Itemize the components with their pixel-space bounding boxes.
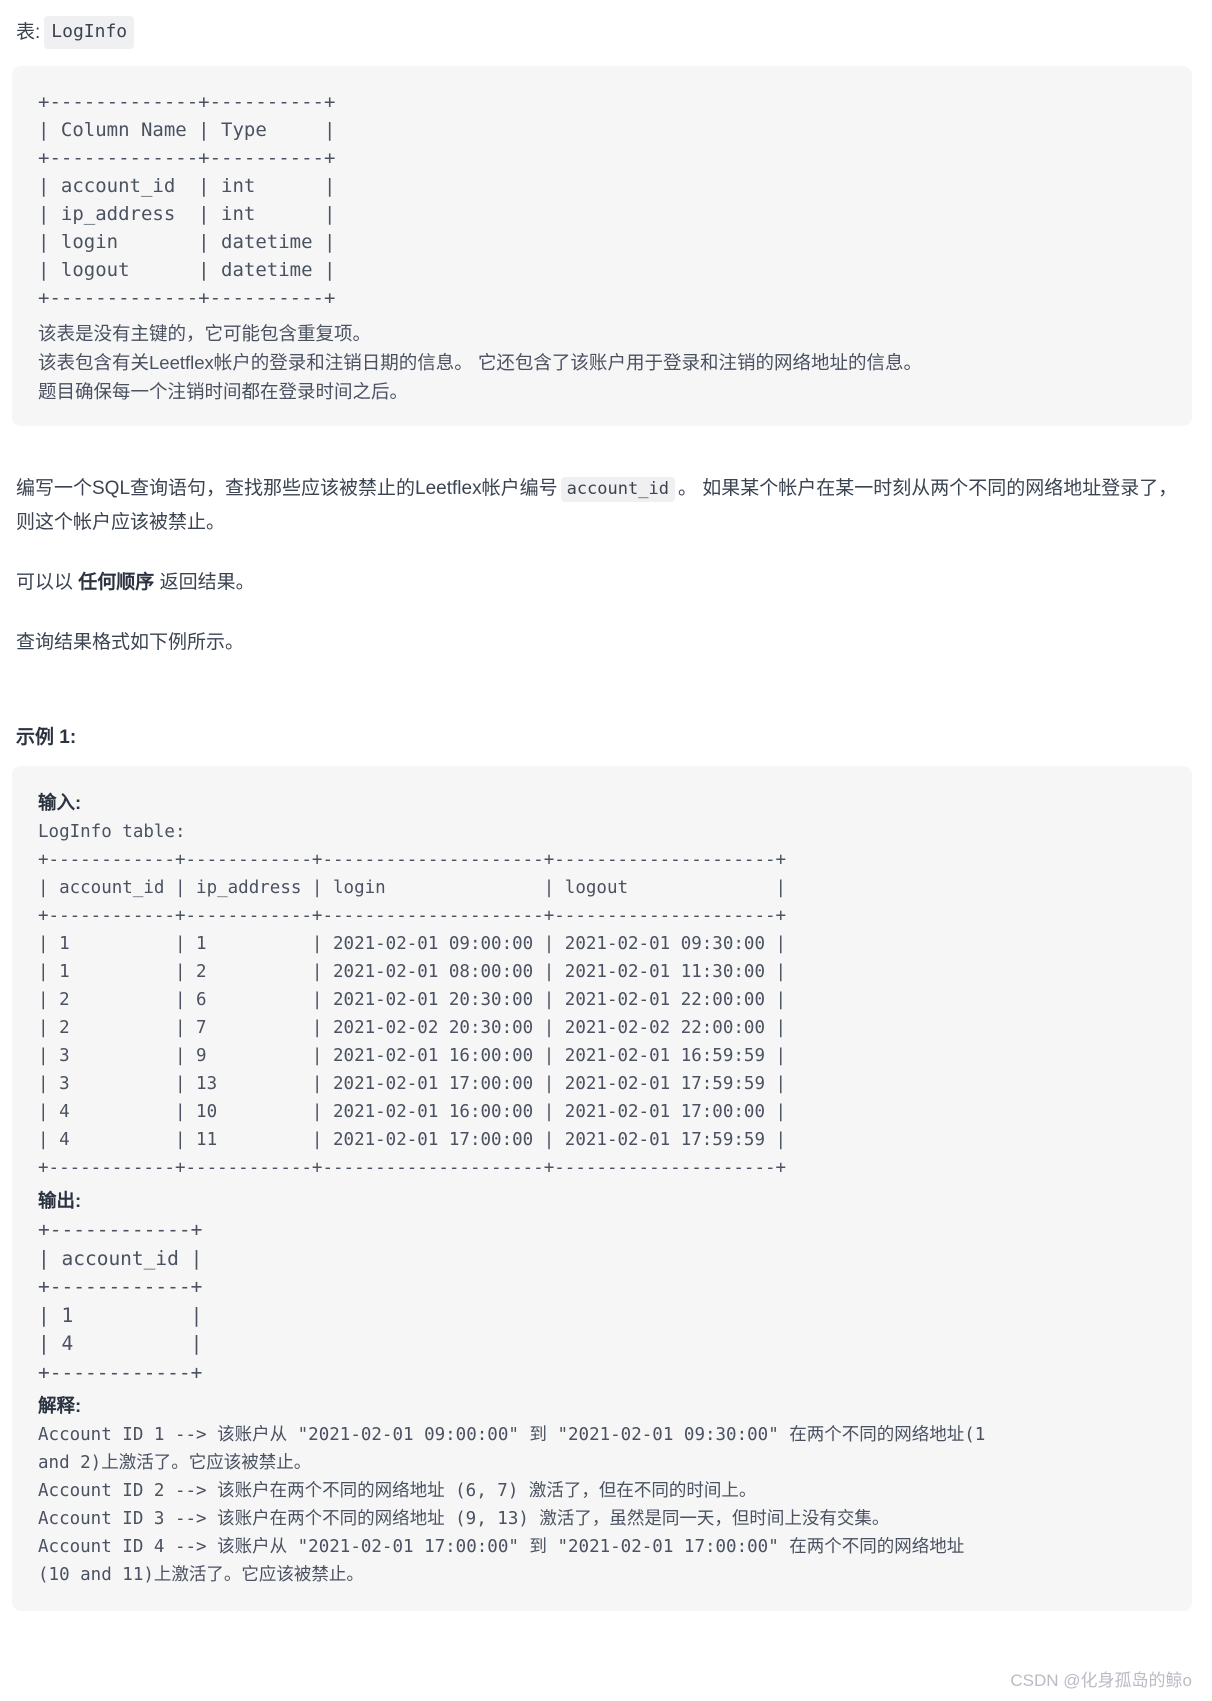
table-name-code: LogInfo [44,16,135,49]
schema-panel: +-------------+----------+ | Column Name… [12,66,1192,426]
schema-note-1: 该表包含有关Leetflex帐户的登录和注销日期的信息。 它还包含了该账户用于登… [38,352,922,373]
format-paragraph: 查询结果格式如下例所示。 [16,632,245,653]
input-label: 输入: [38,792,82,813]
question-text-before: 编写一个SQL查询语句，查找那些应该被禁止的Leetflex帐户编号 [16,478,558,499]
output-ascii-table: +------------+ | account_id | +---------… [38,1218,203,1384]
problem-page: 表: LogInfo +-------------+----------+ | … [0,0,1212,1701]
order-prefix: 可以以 [16,572,74,593]
table-label: 表: LogInfo [16,16,1196,49]
input-ascii-table: +------------+------------+-------------… [38,850,787,1178]
order-bold: 任何顺序 [78,572,155,593]
schema-note-2: 题目确保每一个注销时间都在登录时间之后。 [38,381,409,402]
explanation-label: 解释: [38,1395,82,1416]
schema-notes: 该表是没有主键的，它可能包含重复项。 该表包含有关Leetflex帐户的登录和注… [38,319,1166,406]
schema-ascii-table: +-------------+----------+ | Column Name… [38,91,336,309]
order-suffix: 返回结果。 [159,572,255,593]
question-body: 编写一个SQL查询语句，查找那些应该被禁止的Leetflex帐户编号 accoun… [12,472,1196,660]
example-panel: 输入: LogInfo table: +------------+-------… [12,766,1192,1611]
output-label: 输出: [38,1190,82,1211]
explanation-text: Account ID 1 --> 该账户从 "2021-02-01 09:00:… [38,1425,986,1585]
account-id-code: account_id [560,477,675,502]
input-table-caption: LogInfo table: [38,822,186,842]
schema-note-0: 该表是没有主键的，它可能包含重复项。 [38,323,372,344]
order-paragraph: 可以以 任何顺序 返回结果。 [16,566,1186,600]
table-label-prefix: 表: [16,21,41,43]
question-paragraph: 编写一个SQL查询语句，查找那些应该被禁止的Leetflex帐户编号 accoun… [16,472,1186,540]
example-heading: 示例 1: [16,727,77,748]
csdn-watermark: CSDN @化身孤岛的鲸o [1010,1671,1192,1690]
